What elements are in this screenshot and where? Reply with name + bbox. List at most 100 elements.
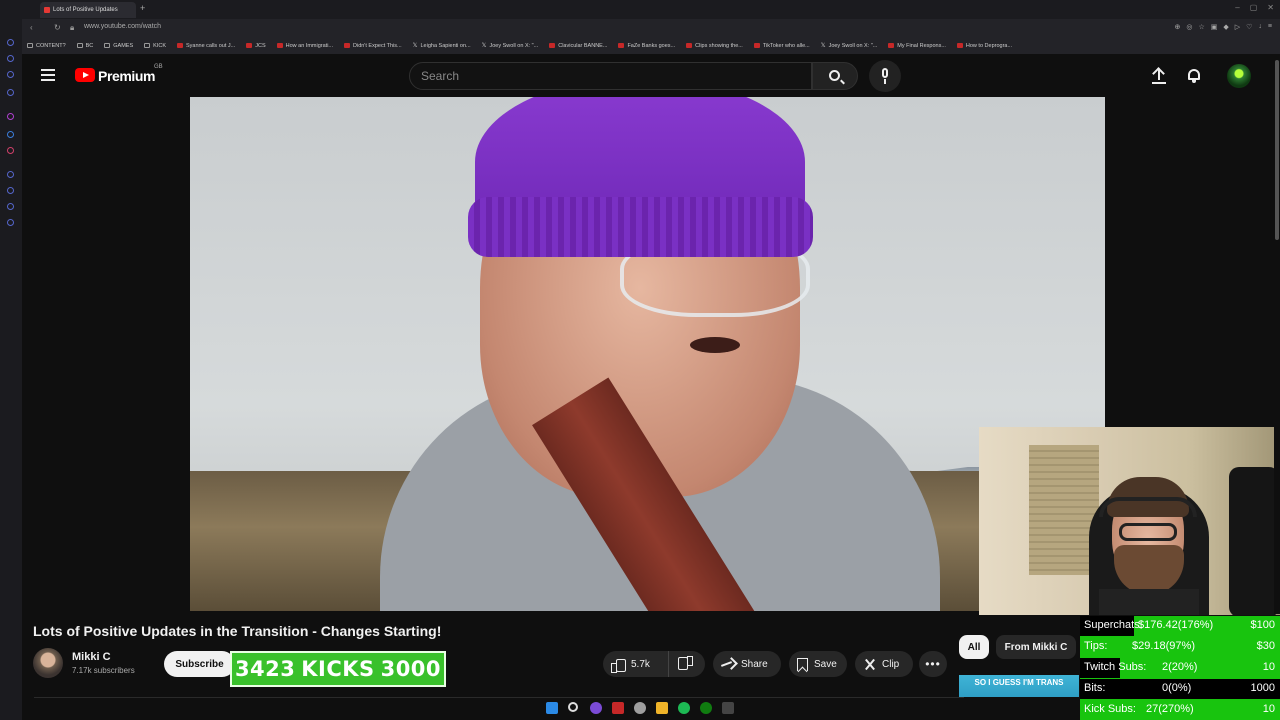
new-tab-icon[interactable]: +	[140, 3, 145, 13]
region-label: GB	[154, 64, 163, 70]
taskbar-folder-icon[interactable]	[656, 702, 668, 714]
sidebar-app-icon[interactable]	[7, 187, 14, 194]
taskbar-spotify-icon[interactable]	[678, 702, 690, 714]
shield-icon[interactable]: ◆	[1223, 23, 1228, 31]
extension-icon[interactable]: ▣	[1211, 23, 1218, 31]
youtube-logo-icon[interactable]	[75, 68, 95, 82]
brand-label[interactable]: Premium	[98, 68, 156, 84]
bookmark-item[interactable]: How an Immigrati...	[276, 43, 333, 49]
favicon-icon	[753, 43, 760, 48]
favicon-icon	[888, 43, 895, 48]
taskbar-search-icon[interactable]	[568, 702, 578, 712]
bookmark-item[interactable]: Syanne calls out J...	[177, 43, 235, 49]
goal-row: Tips: $29.18(97%) $30	[1080, 637, 1280, 657]
bookmark-item[interactable]: 𝕏 Leigha Sapienti on...	[413, 42, 471, 50]
taskbar-app-icon[interactable]	[590, 702, 602, 714]
bookmark-item[interactable]: Clips showing the...	[686, 43, 743, 49]
sidebar-twitch-icon[interactable]	[7, 113, 14, 120]
bookmark-item[interactable]: Clavicular BANNE...	[549, 43, 607, 49]
scrollbar-thumb[interactable]	[1275, 60, 1279, 240]
voice-search-button[interactable]	[869, 60, 901, 92]
microphone-icon	[882, 68, 888, 78]
like-button[interactable]: 5.7k	[603, 651, 669, 677]
bookmark-label: How to Deprogra...	[965, 42, 1013, 49]
favicon-icon	[276, 43, 283, 48]
taskbar-opera-icon[interactable]	[612, 702, 624, 714]
sidebar-app-icon[interactable]	[7, 71, 14, 78]
bookmark-item[interactable]: How to Deprogra...	[956, 42, 1013, 49]
taskbar-terminal-icon[interactable]	[722, 702, 734, 714]
bookmark-star-icon[interactable]: ☆	[1198, 23, 1204, 31]
bookmark-item[interactable]: TikToker who alle...	[753, 43, 810, 49]
bookmark-item[interactable]: Didn't Expect This...	[344, 43, 402, 49]
close-icon[interactable]: ✕	[1267, 3, 1274, 12]
bookmark-item[interactable]: 𝕏 Joey Swoll on X: "...	[821, 42, 878, 50]
sidebar-app-icon[interactable]	[7, 171, 14, 178]
goal-value: 2(20%)	[1162, 661, 1198, 673]
video-person	[380, 97, 940, 611]
play-icon[interactable]: ▷	[1235, 23, 1240, 31]
back-icon[interactable]: ‹	[30, 23, 33, 32]
bookmark-item[interactable]: CONTENT?	[27, 43, 66, 49]
thumbnail-caption: SO I GUESS I'M TRANS	[974, 678, 1064, 687]
dislike-button[interactable]	[679, 658, 693, 671]
goal-target: $30	[1256, 640, 1275, 652]
channel-avatar[interactable]	[33, 648, 63, 678]
bookmark-item[interactable]: JCS	[246, 43, 266, 49]
subscribe-button[interactable]: Subscribe	[164, 651, 235, 677]
channel-name[interactable]: Mikki C	[72, 651, 111, 663]
windows-start-icon[interactable]	[546, 702, 558, 714]
chip-from-channel[interactable]: From Mikki C	[996, 635, 1076, 659]
favicon-icon	[177, 43, 183, 48]
bookmark-item[interactable]: KICK	[144, 43, 166, 49]
goal-label: Superchats:	[1084, 619, 1143, 631]
goal-row: Twitch Subs: 2(20%) 10	[1080, 658, 1280, 678]
taskbar-xbox-icon[interactable]	[700, 702, 712, 714]
sidebar-instagram-icon[interactable]	[7, 147, 14, 154]
search-input[interactable]: Search	[409, 62, 812, 90]
clip-button[interactable]: Clip	[855, 651, 913, 677]
more-actions-button[interactable]: •••	[919, 651, 947, 677]
sidebar-history-icon[interactable]	[7, 39, 14, 46]
bookmark-item[interactable]: GAMES	[104, 43, 133, 49]
zoom-icon[interactable]: ⊕	[1174, 23, 1180, 31]
create-upload-icon[interactable]	[1152, 68, 1166, 84]
sidebar-app-icon[interactable]	[7, 89, 14, 96]
share-button[interactable]: Share	[713, 651, 781, 677]
download-icon[interactable]: ↓	[1258, 23, 1262, 31]
notifications-bell-icon[interactable]	[1187, 68, 1201, 83]
bookmark-item[interactable]: My Final Respons...	[888, 43, 946, 49]
bookmark-label: Didn't Expect This...	[353, 42, 402, 49]
chip-all[interactable]: All	[959, 635, 989, 659]
sidebar-messenger-icon[interactable]	[7, 131, 14, 138]
sidebar-app-icon[interactable]	[7, 203, 14, 210]
browser-tab[interactable]: Lots of Positive Updates	[40, 2, 136, 18]
sidebar-settings-icon[interactable]	[7, 219, 14, 226]
search-button[interactable]	[812, 62, 858, 90]
account-avatar[interactable]	[1227, 64, 1251, 88]
favicon-icon	[618, 43, 625, 48]
bookmark-label: CONTENT?	[36, 42, 66, 49]
bookmark-item[interactable]: 𝕏 Joey Swoll on X: "...	[482, 42, 539, 50]
sidebar-app-icon[interactable]	[7, 55, 14, 62]
heart-icon[interactable]: ♡	[1246, 23, 1252, 31]
url-field[interactable]: www.youtube.com/watch	[84, 23, 161, 30]
bookmark-item[interactable]: BC	[76, 43, 93, 49]
bookmark-label: FaZe Banks goes...	[627, 42, 676, 49]
menu-icon[interactable]: ≡	[1268, 23, 1272, 31]
translate-icon[interactable]: ◎	[1186, 23, 1192, 31]
goal-row: Bits: 0(0%) 1000	[1080, 679, 1280, 699]
goal-value: 0(0%)	[1162, 682, 1192, 694]
kicks-goal: 3000	[380, 657, 442, 681]
maximize-icon[interactable]: ▢	[1250, 3, 1258, 12]
reload-icon[interactable]: ↻	[54, 23, 61, 32]
guide-menu-icon[interactable]	[41, 69, 55, 81]
bookmark-item[interactable]: FaZe Banks goes...	[618, 43, 675, 49]
video-player[interactable]	[190, 97, 1105, 611]
scissors-icon	[863, 658, 876, 671]
minimize-icon[interactable]: –	[1235, 3, 1239, 12]
goal-label: Bits:	[1084, 682, 1106, 694]
video-title: Lots of Positive Updates in the Transiti…	[33, 623, 442, 639]
taskbar-obs-icon[interactable]	[634, 702, 646, 714]
save-button[interactable]: Save	[789, 651, 847, 677]
